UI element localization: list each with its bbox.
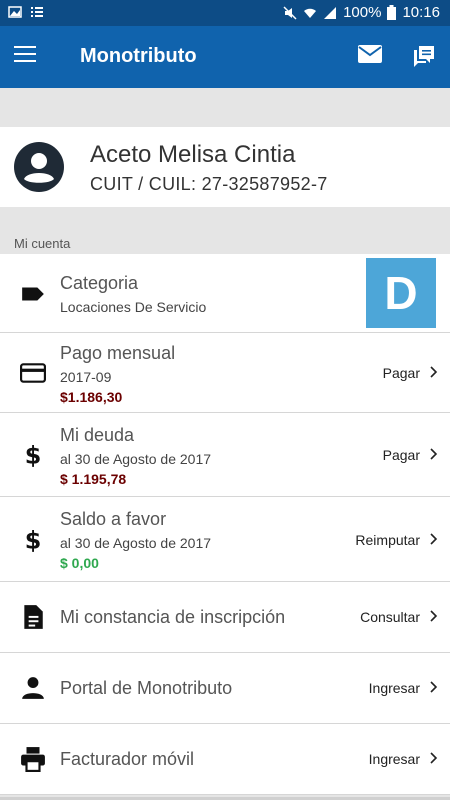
chevron-right-icon — [430, 448, 438, 460]
svg-text:$: $ — [25, 527, 42, 553]
item-title: Mi deuda — [60, 425, 135, 445]
profile-name: Aceto Melisa Cintia — [90, 141, 296, 168]
item-subtitle: al 30 de Agosto de 2017 — [60, 535, 212, 551]
list-notification-icon — [31, 7, 43, 17]
chevron-right-icon — [430, 681, 438, 693]
printer-icon — [21, 747, 45, 772]
page-title: Monotributo — [80, 45, 197, 67]
dollar-icon: $ — [25, 527, 42, 553]
chevron-right-icon — [430, 366, 438, 378]
item-title: Saldo a favor — [60, 509, 167, 529]
item-title: Facturador móvil — [60, 749, 195, 769]
chevron-right-icon — [430, 610, 438, 622]
profile-cuit: CUIT / CUIL: 27-32587952-7 — [90, 174, 328, 194]
credit-card-icon — [20, 363, 46, 383]
account-list: Categoria Locaciones De Servicio D Pago … — [0, 254, 450, 795]
pagar-link[interactable]: Pagar — [383, 447, 420, 463]
list-item-constancia[interactable]: Mi constancia de inscripción Consultar — [0, 582, 450, 653]
consultar-link[interactable]: Consultar — [360, 609, 420, 625]
avatar — [14, 142, 64, 192]
list-item-pago-mensual[interactable]: Pago mensual 2017-09 $1.186,30 Pagar — [0, 333, 450, 413]
mute-icon — [283, 5, 297, 20]
svg-text:$: $ — [25, 442, 42, 468]
list-item-mi-deuda[interactable]: $ Mi deuda al 30 de Agosto de 2017 $ 1.1… — [0, 413, 450, 497]
clock: 10:16 — [402, 4, 440, 21]
item-amount: $1.186,30 — [60, 389, 123, 405]
section-label: Mi cuenta — [14, 236, 71, 251]
item-title: Mi constancia de inscripción — [60, 607, 286, 627]
battery-percent: 100% — [343, 4, 382, 21]
item-subtitle: 2017-09 — [60, 369, 112, 385]
list-item-categoria[interactable]: Categoria Locaciones De Servicio D — [0, 254, 450, 333]
battery-icon — [387, 5, 397, 20]
status-bar: 100% 10:16 — [0, 0, 450, 26]
chevron-right-icon — [430, 533, 438, 545]
item-title: Pago mensual — [60, 343, 176, 363]
person-icon — [22, 677, 44, 699]
item-amount: $ 0,00 — [60, 555, 99, 571]
chevron-right-icon — [430, 752, 438, 764]
list-item-saldo-a-favor[interactable]: $ Saldo a favor al 30 de Agosto de 2017 … — [0, 497, 450, 582]
list-item-facturador[interactable]: Facturador móvil Ingresar — [0, 724, 450, 795]
category-badge: D — [366, 258, 436, 328]
app-bar: Monotributo — [0, 26, 450, 88]
reimputar-link[interactable]: Reimputar — [355, 532, 420, 548]
item-amount: $ 1.195,78 — [60, 471, 127, 487]
item-title: Portal de Monotributo — [60, 678, 233, 698]
chat-icon[interactable] — [412, 44, 436, 68]
wifi-icon — [304, 8, 317, 18]
menu-icon[interactable] — [14, 46, 36, 64]
list-item-portal[interactable]: Portal de Monotributo Ingresar — [0, 653, 450, 724]
image-notification-icon — [8, 6, 22, 18]
item-title: Categoria — [60, 273, 139, 293]
profile-card: Aceto Melisa Cintia CUIT / CUIL: 27-3258… — [0, 127, 450, 207]
item-subtitle: Locaciones De Servicio — [60, 299, 207, 315]
ingresar-link[interactable]: Ingresar — [369, 680, 420, 696]
pagar-link[interactable]: Pagar — [383, 365, 420, 381]
item-subtitle: al 30 de Agosto de 2017 — [60, 451, 212, 467]
label-icon — [22, 287, 44, 301]
ingresar-link[interactable]: Ingresar — [369, 751, 420, 767]
signal-icon — [324, 6, 337, 19]
dollar-icon: $ — [25, 442, 42, 468]
mail-icon[interactable] — [358, 45, 382, 65]
document-icon — [24, 605, 43, 629]
